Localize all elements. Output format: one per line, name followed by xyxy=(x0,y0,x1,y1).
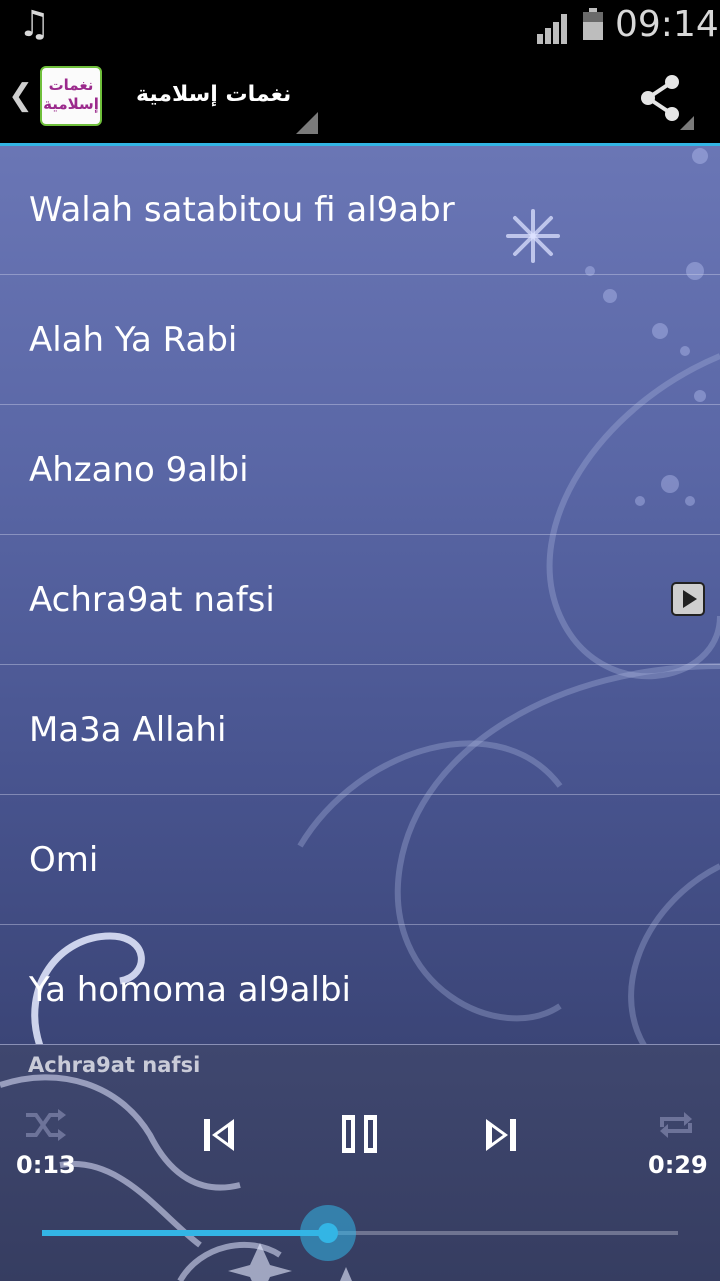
list-item[interactable]: Walah satabitou fi al9abr xyxy=(0,146,720,275)
song-title: Ma3a Allahi xyxy=(29,710,227,750)
share-icon[interactable] xyxy=(636,74,684,122)
repeat-icon[interactable] xyxy=(656,1109,696,1141)
status-bar: ♫ 09:14 xyxy=(0,0,720,50)
list-item[interactable]: Achra9at nafsi xyxy=(0,536,720,665)
list-item[interactable]: Ya homoma al9albi xyxy=(0,926,720,1044)
elapsed-time: 0:13 xyxy=(16,1151,76,1179)
signal-icon xyxy=(537,14,567,44)
app-icon-line1: نغمات xyxy=(48,76,94,94)
list-item[interactable]: Ahzano 9albi xyxy=(0,406,720,535)
song-title: Omi xyxy=(29,840,99,880)
total-duration: 0:29 xyxy=(648,1151,708,1179)
status-time: 09:14 xyxy=(615,4,719,45)
action-bar: ❮ نغمات إسلامية نغمات إسلامية xyxy=(0,50,720,146)
seek-progress xyxy=(42,1230,329,1236)
list-item[interactable]: Alah Ya Rabi xyxy=(0,276,720,405)
player-background-decoration xyxy=(0,1074,352,1281)
song-title: Alah Ya Rabi xyxy=(29,320,238,360)
previous-icon[interactable] xyxy=(204,1117,236,1153)
shuffle-icon[interactable] xyxy=(24,1107,66,1143)
song-title: Achra9at nafsi xyxy=(29,580,275,620)
app-icon-line2: إسلامية xyxy=(43,95,99,113)
player-panel: Achra9at nafsi 0:13 0:29 xyxy=(0,1044,720,1281)
dropdown-indicator-icon xyxy=(296,112,318,134)
music-note-icon: ♫ xyxy=(18,4,51,45)
pause-icon[interactable] xyxy=(342,1115,378,1153)
app-title[interactable]: نغمات إسلامية xyxy=(136,82,291,107)
song-list[interactable]: Walah satabitou fi al9abr Alah Ya Rabi A… xyxy=(0,146,720,1044)
seek-thumb[interactable] xyxy=(300,1205,357,1261)
list-item[interactable]: Omi xyxy=(0,796,720,925)
overflow-indicator-icon xyxy=(680,116,694,130)
now-playing-title: Achra9at nafsi xyxy=(28,1053,201,1077)
back-chevron-icon[interactable]: ❮ xyxy=(8,78,33,113)
next-icon[interactable] xyxy=(484,1117,516,1153)
battery-icon xyxy=(583,8,603,40)
app-icon[interactable]: نغمات إسلامية xyxy=(40,66,102,126)
song-title: Walah satabitou fi al9abr xyxy=(29,190,455,230)
list-item[interactable]: Ma3a Allahi xyxy=(0,666,720,795)
song-title: Ahzano 9albi xyxy=(29,450,249,490)
song-title: Ya homoma al9albi xyxy=(29,970,351,1010)
now-playing-icon[interactable] xyxy=(671,582,705,616)
